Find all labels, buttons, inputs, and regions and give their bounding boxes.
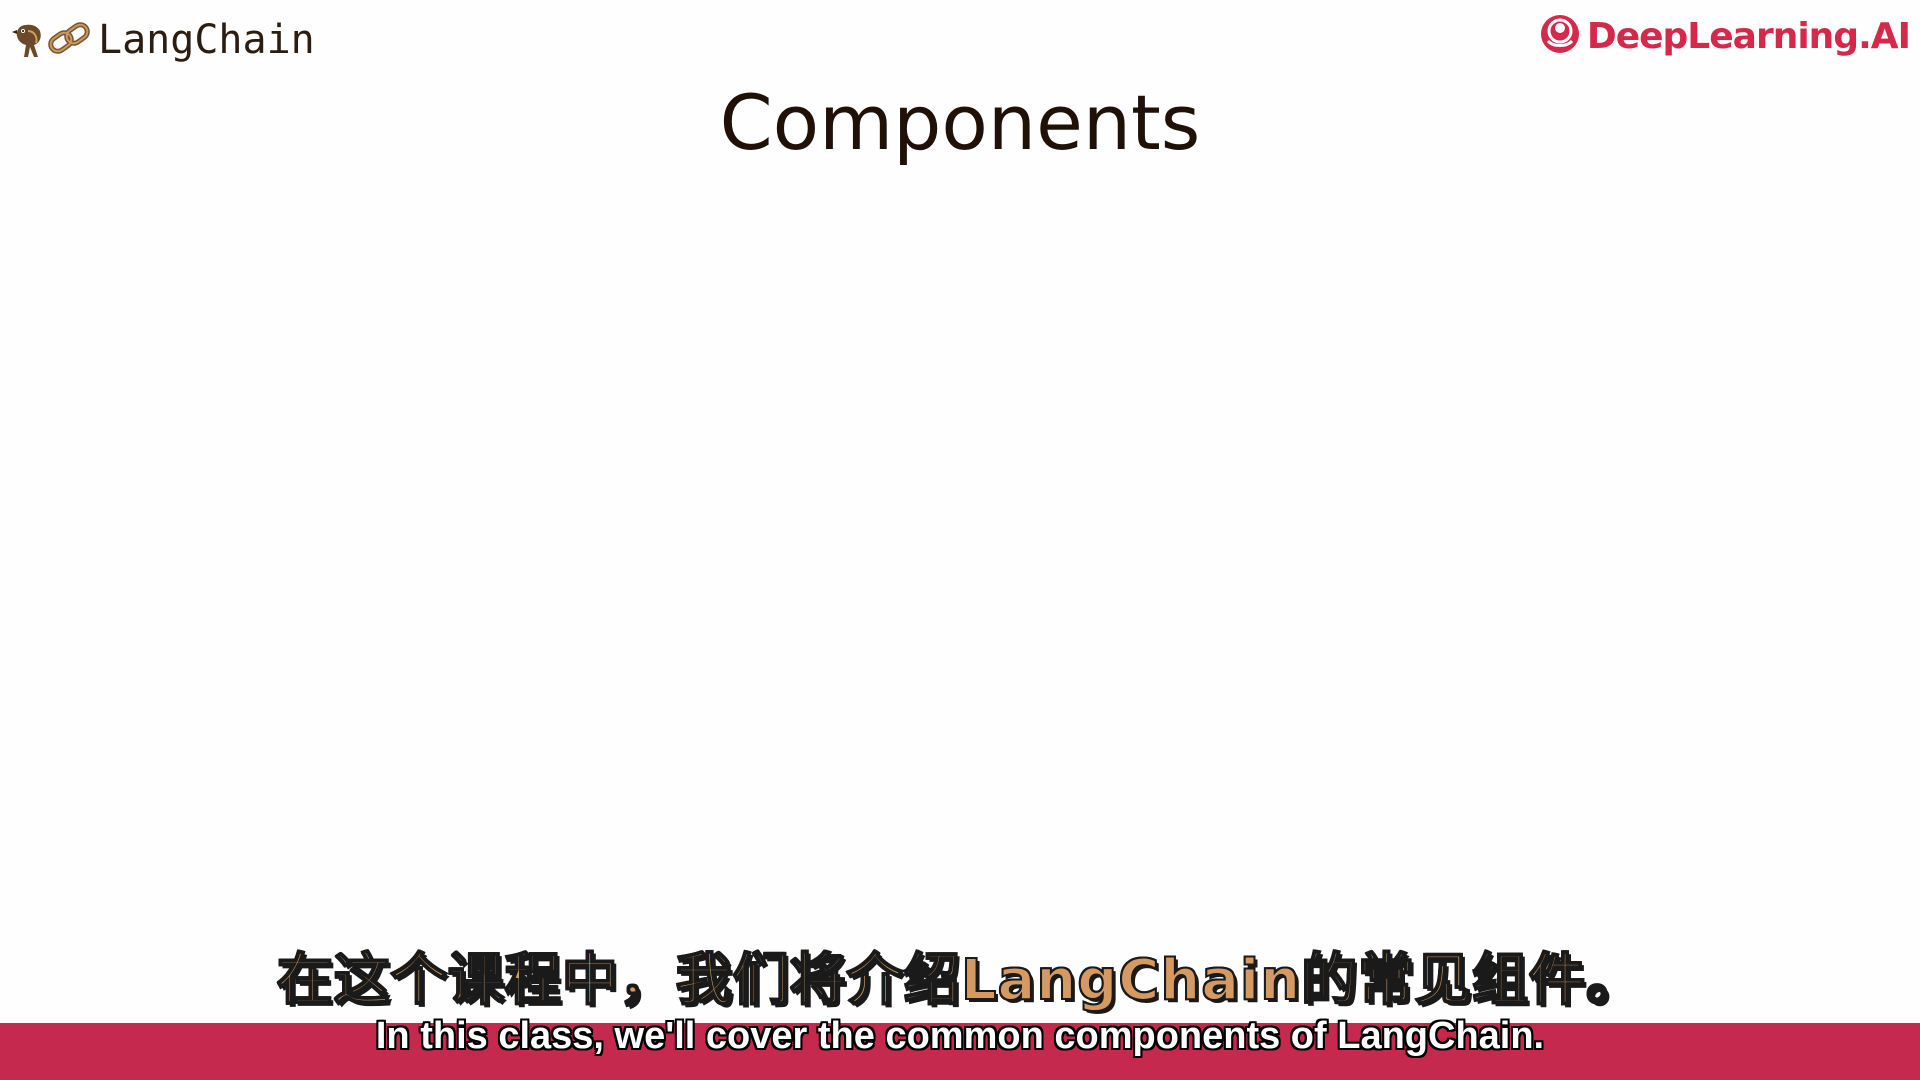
parrot-chain-icon [12, 17, 94, 63]
slide-title: Components [719, 78, 1201, 167]
langchain-logo: LangChain [12, 10, 315, 70]
slide-canvas: LangChain DeepLearning.AI Components 在这个… [0, 0, 1920, 1080]
deeplearning-ai-icon [1539, 13, 1581, 59]
langchain-logo-text: LangChain [98, 17, 315, 63]
subtitle-english: In this class, we'll cover the common co… [375, 1015, 1545, 1057]
subtitle-chinese: 在这个课程中，我们将介绍LangChain的常见组件。 [276, 947, 1644, 1014]
deeplearning-ai-logo-text: DeepLearning.AI [1586, 15, 1911, 57]
deeplearning-ai-logo: DeepLearning.AI [1539, 12, 1911, 60]
